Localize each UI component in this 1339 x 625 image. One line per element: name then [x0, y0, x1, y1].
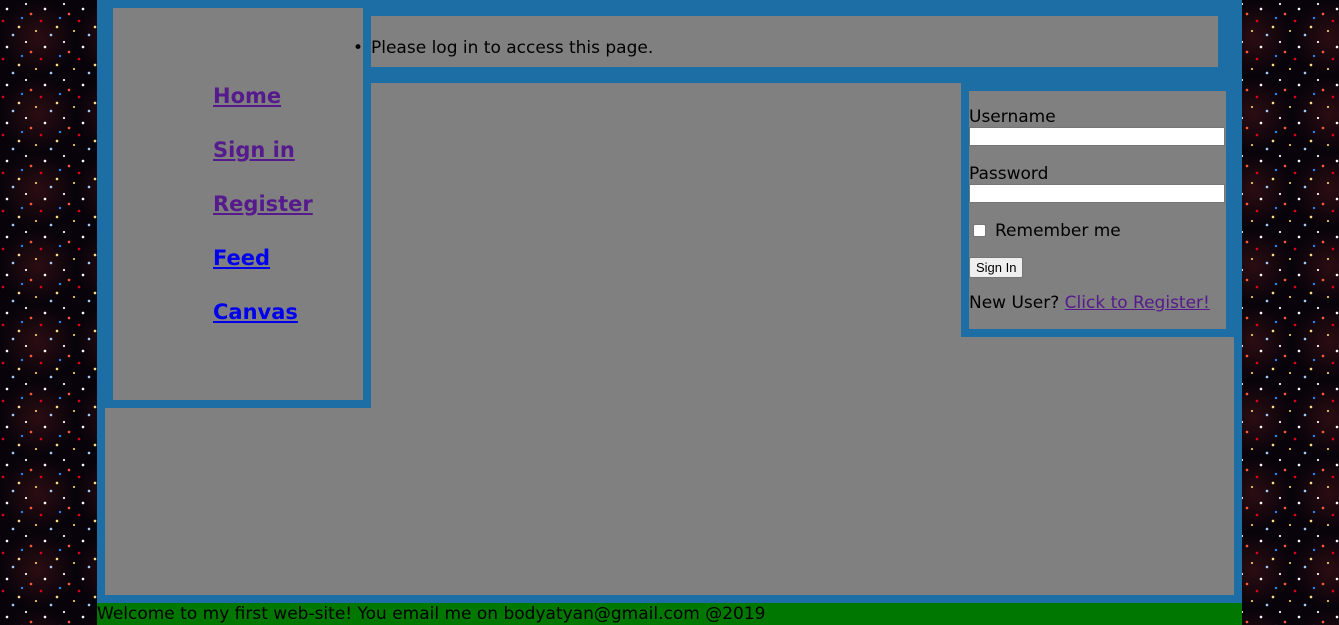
flash-message-list: • Please log in to access this page.: [353, 38, 653, 67]
username-label: Username: [969, 107, 1056, 127]
bullet-icon: •: [353, 38, 364, 58]
page-wrapper: Home Sign in Register Feed Canvas • Plea…: [97, 0, 1242, 603]
main-area: [105, 408, 1234, 595]
password-input[interactable]: [969, 184, 1225, 203]
nav-link-canvas[interactable]: Canvas: [213, 300, 298, 324]
sidebar: Home Sign in Register Feed Canvas: [113, 8, 363, 400]
flash-messages: • Please log in to access this page.: [353, 16, 1218, 67]
password-label: Password: [969, 164, 1049, 184]
flash-message: • Please log in to access this page.: [353, 38, 654, 58]
username-input[interactable]: [969, 127, 1225, 146]
new-user-text: New User?: [969, 293, 1060, 313]
footer-text: Welcome to my first web-site! You email …: [97, 604, 766, 624]
nav-link-sign-in[interactable]: Sign in: [213, 138, 295, 162]
nav-link-register[interactable]: Register: [213, 192, 313, 216]
nav-list: Home Sign in Register Feed Canvas: [213, 84, 313, 354]
nav-link-feed[interactable]: Feed: [213, 246, 270, 270]
footer: Welcome to my first web-site! You email …: [97, 603, 1242, 625]
remember-me-label: Remember me: [995, 221, 1121, 241]
login-box: Username Password Remember me Sign In Ne…: [961, 83, 1234, 337]
remember-me-checkbox[interactable]: [973, 224, 986, 237]
register-link[interactable]: Click to Register!: [1065, 293, 1210, 313]
sign-in-button[interactable]: Sign In: [969, 257, 1024, 278]
nav-link-home[interactable]: Home: [213, 84, 281, 108]
login-form: Username Password Remember me Sign In Ne…: [969, 91, 1226, 329]
new-user-row: New User? Click to Register!: [969, 293, 1210, 313]
flash-message-text: Please log in to access this page.: [371, 38, 654, 58]
